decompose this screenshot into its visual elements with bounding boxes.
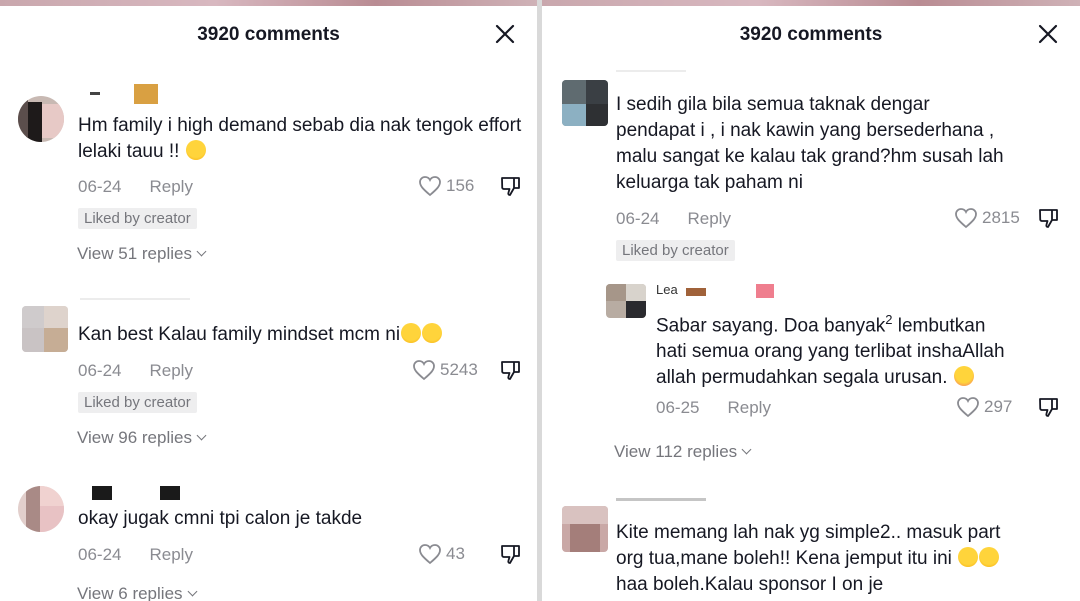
laughing-emoji-icon bbox=[958, 547, 979, 567]
reply-button[interactable]: Reply bbox=[149, 545, 192, 564]
thumbs-down-icon[interactable] bbox=[1037, 206, 1061, 230]
heart-outline-icon bbox=[419, 544, 441, 565]
liked-by-creator-badge: Liked by creator bbox=[78, 392, 197, 413]
comment-date: 06-24 bbox=[78, 177, 122, 196]
like-button[interactable]: 156 bbox=[418, 175, 474, 197]
comment-text: Sabar sayang. Doa banyak2 lembutkan hati… bbox=[656, 312, 1005, 389]
like-count: 5243 bbox=[440, 360, 478, 379]
comment-text: Kan best Kalau family mindset mcm ni bbox=[78, 322, 528, 348]
comments-count-title: 3920 comments bbox=[739, 24, 883, 45]
pleading-face-emoji-icon bbox=[422, 323, 443, 343]
reply-button[interactable]: Reply bbox=[727, 398, 770, 417]
video-strip bbox=[542, 0, 1080, 6]
like-button[interactable]: 5243 bbox=[412, 359, 478, 381]
close-icon[interactable] bbox=[491, 20, 519, 48]
avatar[interactable] bbox=[562, 506, 608, 552]
reply-button[interactable]: Reply bbox=[149, 361, 192, 380]
crying-emoji-icon bbox=[185, 140, 206, 160]
comment-meta: 06-24 Reply bbox=[616, 209, 731, 229]
avatar[interactable] bbox=[562, 80, 608, 126]
avatar[interactable] bbox=[606, 284, 646, 318]
like-count: 43 bbox=[446, 544, 465, 563]
comment-date: 06-24 bbox=[616, 209, 660, 228]
comment-text: Kite memang lah nak yg simple2.. masuk p… bbox=[616, 522, 1001, 595]
like-button[interactable]: 297 bbox=[956, 396, 1012, 418]
heart-outline-icon bbox=[957, 397, 979, 418]
comment-text: okay jugak cmni tpi calon je takde bbox=[78, 508, 363, 529]
close-icon[interactable] bbox=[1034, 20, 1062, 48]
chevron-down-icon bbox=[187, 586, 197, 597]
smiling-hearts-emoji-icon bbox=[953, 366, 974, 387]
like-button[interactable]: 43 bbox=[418, 543, 465, 565]
heart-outline-icon bbox=[955, 208, 977, 229]
chevron-down-icon bbox=[196, 430, 207, 441]
pleading-face-emoji-icon bbox=[401, 323, 422, 343]
comment-meta: 06-24 Reply bbox=[78, 361, 193, 381]
chevron-down-icon bbox=[196, 246, 207, 257]
comments-header: 3920 comments bbox=[542, 18, 1080, 54]
thumbs-down-icon[interactable] bbox=[499, 542, 523, 566]
comment-date: 06-25 bbox=[656, 398, 700, 417]
view-replies-button[interactable]: View 96 replies bbox=[77, 428, 207, 448]
view-replies-button[interactable]: View 112 replies bbox=[614, 442, 752, 462]
comments-count-title: 3920 comments bbox=[197, 24, 340, 45]
heart-outline-icon bbox=[413, 360, 435, 381]
video-strip bbox=[0, 0, 537, 6]
thumbs-down-icon[interactable] bbox=[1037, 395, 1061, 419]
comment-meta: 06-25 Reply bbox=[656, 398, 771, 418]
username-blurred[interactable] bbox=[616, 496, 716, 512]
heart-outline-icon bbox=[419, 176, 441, 197]
view-replies-button[interactable]: View 6 replies bbox=[77, 584, 197, 601]
comment-text: Hm family i high demand sebab dia nak te… bbox=[78, 115, 522, 162]
chevron-down-icon bbox=[741, 444, 752, 455]
like-count: 2815 bbox=[982, 208, 1020, 227]
avatar[interactable] bbox=[22, 306, 68, 352]
reply-button[interactable]: Reply bbox=[687, 209, 730, 228]
avatar[interactable] bbox=[18, 96, 64, 142]
reply-button[interactable]: Reply bbox=[149, 177, 192, 196]
comment-meta: 06-24 Reply bbox=[78, 177, 193, 197]
like-count: 297 bbox=[984, 397, 1013, 416]
comments-panel-right: 3920 comments I sedih gila bila semua ta… bbox=[542, 0, 1080, 601]
username-blurred[interactable] bbox=[80, 298, 200, 314]
comment-date: 06-24 bbox=[78, 545, 122, 564]
like-count: 156 bbox=[446, 176, 475, 195]
liked-by-creator-badge: Liked by creator bbox=[78, 208, 197, 229]
view-replies-button[interactable]: View 51 replies bbox=[77, 244, 207, 264]
thumbs-down-icon[interactable] bbox=[499, 174, 523, 198]
avatar[interactable] bbox=[18, 486, 64, 532]
username-blurred[interactable] bbox=[616, 70, 696, 86]
like-button[interactable]: 2815 bbox=[954, 207, 1020, 229]
reply-username[interactable]: Lea bbox=[656, 284, 776, 300]
username-blurred[interactable] bbox=[80, 84, 160, 104]
laughing-emoji-icon bbox=[979, 547, 1000, 567]
comment-date: 06-24 bbox=[78, 361, 122, 380]
username-blurred[interactable] bbox=[80, 484, 190, 500]
comments-header: 3920 comments bbox=[0, 18, 537, 54]
liked-by-creator-badge: Liked by creator bbox=[616, 240, 735, 261]
comment-meta: 06-24 Reply bbox=[78, 545, 193, 565]
comment-text: I sedih gila bila semua taknak dengar pe… bbox=[616, 94, 1004, 193]
thumbs-down-icon[interactable] bbox=[499, 358, 523, 382]
comments-panel-left: 3920 comments Hm family i high demand se… bbox=[0, 0, 537, 601]
